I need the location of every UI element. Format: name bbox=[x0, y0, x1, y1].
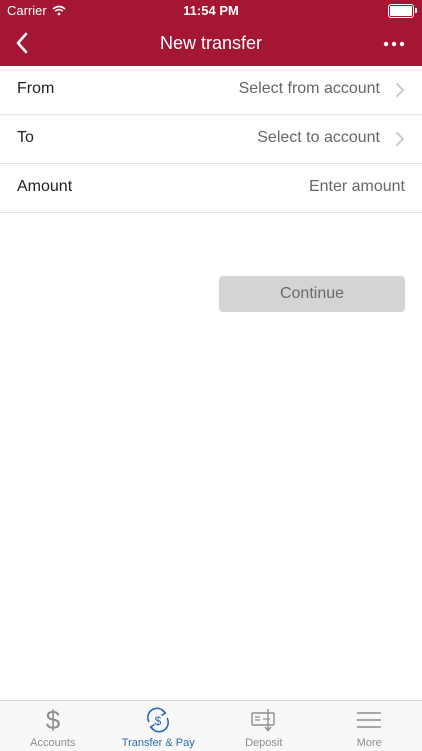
ellipsis-icon bbox=[383, 41, 405, 47]
from-account-selector[interactable]: Select from account bbox=[239, 80, 380, 98]
status-bar: Carrier 11:54 PM bbox=[0, 0, 422, 22]
check-deposit-icon bbox=[250, 706, 278, 734]
menu-icon bbox=[355, 706, 383, 734]
tab-transfer-pay-label: Transfer & Pay bbox=[106, 737, 212, 749]
to-label: To bbox=[17, 129, 34, 147]
nav-bar: New transfer bbox=[0, 22, 422, 66]
tab-deposit[interactable]: Deposit bbox=[211, 701, 317, 751]
amount-row: Amount Enter amount bbox=[0, 164, 422, 213]
continue-button[interactable]: Continue bbox=[219, 276, 405, 312]
tab-accounts[interactable]: $ Accounts bbox=[0, 701, 106, 751]
amount-label: Amount bbox=[17, 178, 72, 196]
transfer-dollar-icon: $ bbox=[144, 706, 172, 734]
chevron-right-icon bbox=[395, 82, 405, 98]
dollar-icon: $ bbox=[39, 706, 67, 734]
page-title: New transfer bbox=[0, 33, 422, 54]
chevron-right-icon bbox=[395, 131, 405, 147]
tab-more-label: More bbox=[317, 737, 422, 749]
app-header: Carrier 11:54 PM New transfer bbox=[0, 0, 422, 66]
tab-bar: $ Accounts $ Transfer & Pay bbox=[0, 700, 422, 751]
status-time: 11:54 PM bbox=[0, 3, 422, 18]
tab-accounts-label: Accounts bbox=[0, 737, 106, 749]
to-account-selector[interactable]: Select to account bbox=[257, 129, 380, 147]
more-options-button[interactable] bbox=[380, 30, 408, 58]
svg-text:$: $ bbox=[46, 706, 61, 734]
tab-more[interactable]: More bbox=[317, 701, 422, 751]
to-account-row[interactable]: To Select to account bbox=[0, 115, 422, 164]
battery-icon bbox=[388, 4, 414, 18]
svg-text:$: $ bbox=[155, 714, 162, 728]
from-label: From bbox=[17, 80, 54, 98]
from-account-row[interactable]: From Select from account bbox=[0, 66, 422, 115]
tab-deposit-label: Deposit bbox=[211, 737, 317, 749]
transfer-form: From Select from account To Select to ac… bbox=[0, 66, 422, 213]
amount-input[interactable]: Enter amount bbox=[309, 178, 405, 196]
tab-transfer-pay[interactable]: $ Transfer & Pay bbox=[106, 701, 212, 751]
